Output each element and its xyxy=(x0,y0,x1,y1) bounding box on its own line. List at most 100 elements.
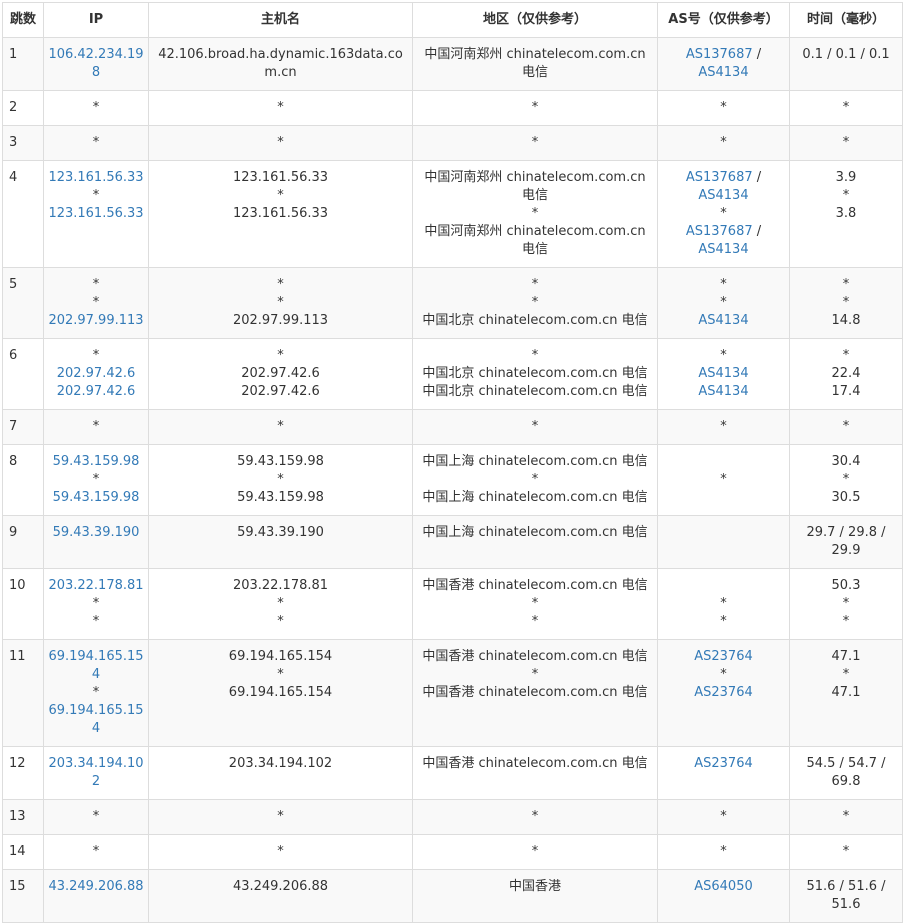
time-cell: 29.7 / 29.8 / 29.9 xyxy=(789,515,903,569)
as-line: * xyxy=(662,595,785,613)
as-text: * xyxy=(720,295,727,310)
as-link[interactable]: AS137687 xyxy=(686,47,753,62)
ip-link[interactable]: 69.194.165.154 xyxy=(48,702,144,738)
time-text: 3.9 xyxy=(835,170,857,185)
ip-cell: 69.194.165.154 * 69.194.165.154 xyxy=(43,639,149,747)
hostname-cell: * xyxy=(148,799,413,835)
time-cell: 51.6 / 51.6 / 51.6 xyxy=(789,869,903,923)
ip-link[interactable]: 202.97.99.113 xyxy=(48,312,144,330)
time-cell: * 22.4 17.4 xyxy=(789,338,903,410)
region-text: 中国北京 chinatelecom.com.cn 电信 xyxy=(422,366,648,381)
hostname-text: 202.97.99.113 xyxy=(232,313,329,328)
time-text: * xyxy=(842,472,850,487)
as-link[interactable]: AS137687 xyxy=(686,170,753,185)
time-cell: 54.5 / 54.7 / 69.8 xyxy=(789,746,903,800)
as-link[interactable]: AS4134 xyxy=(698,366,748,381)
ip-text: * xyxy=(92,419,100,434)
ip-text: * xyxy=(92,100,100,115)
as-link[interactable]: AS4134 xyxy=(698,313,748,328)
ip-link[interactable]: 203.22.178.81 xyxy=(48,577,144,595)
hostname-text: * xyxy=(277,472,284,487)
hop-cell: 7 xyxy=(2,409,44,445)
as-link[interactable]: AS64050 xyxy=(694,879,753,894)
time-cell: * * 14.8 xyxy=(789,267,903,339)
region-text: 中国上海 chinatelecom.com.cn 电信 xyxy=(422,490,648,505)
as-cell: AS23764 * AS23764 xyxy=(657,639,790,747)
as-cell: AS137687 / AS4134 xyxy=(657,37,790,91)
ip-link[interactable]: 59.43.159.98 xyxy=(48,453,144,471)
as-link[interactable]: AS137687 xyxy=(686,224,753,239)
time-text: 3.8 xyxy=(835,206,857,221)
time-text: 30.5 xyxy=(831,490,861,505)
as-line: AS4134 xyxy=(662,312,785,330)
as-line: AS23764 xyxy=(662,648,785,666)
as-line: AS137687 / AS4134 xyxy=(662,46,785,82)
ip-cell: * xyxy=(43,409,149,445)
ip-link[interactable]: 59.43.159.98 xyxy=(48,489,144,507)
hostname-text: 202.97.42.6 xyxy=(241,384,320,399)
ip-link[interactable]: 123.161.56.33 xyxy=(48,169,144,187)
as-link[interactable]: AS4134 xyxy=(698,188,748,203)
as-link[interactable]: AS23764 xyxy=(694,756,753,771)
region-cell: 中国香港 xyxy=(412,869,658,923)
as-link[interactable]: AS4134 xyxy=(698,242,748,257)
region-text: 中国河南郑州 chinatelecom.com.cn 电信 xyxy=(424,170,646,203)
as-text: / xyxy=(752,170,762,185)
time-cell: 30.4 * 30.5 xyxy=(789,444,903,516)
ip-link[interactable]: 69.194.165.154 xyxy=(48,648,144,684)
time-text: 47.1 xyxy=(831,649,861,664)
region-cell: * xyxy=(412,799,658,835)
as-line: * xyxy=(662,666,785,684)
ip-link[interactable]: 106.42.234.198 xyxy=(48,46,144,82)
hostname-text: * xyxy=(277,348,284,363)
table-body: 1 106.42.234.198 42.106.broad.ha.dynamic.1… xyxy=(2,37,903,923)
ip-text: * xyxy=(92,809,100,824)
hostname-text: * xyxy=(277,596,284,611)
ip-cell: * xyxy=(43,90,149,126)
region-cell: 中国河南郑州 chinatelecom.com.cn 电信 * 中国河南郑州 chi… xyxy=(412,160,658,268)
as-line: * xyxy=(662,205,785,223)
region-cell: 中国香港 chinatelecom.com.cn 电信 * * xyxy=(412,568,658,640)
as-line: AS4134 xyxy=(662,365,785,383)
time-text: * xyxy=(842,188,850,203)
as-link[interactable]: AS23764 xyxy=(694,685,753,700)
region-text: * xyxy=(531,295,539,310)
as-text: * xyxy=(720,667,727,682)
as-text: / xyxy=(752,224,762,239)
ip-text: * xyxy=(92,614,100,629)
hostname-cell: * xyxy=(148,125,413,161)
region-text: * xyxy=(531,844,539,859)
time-text: 54.5 / 54.7 / 69.8 xyxy=(806,756,886,789)
as-link[interactable]: AS4134 xyxy=(698,384,748,399)
header-hop: 跳数 xyxy=(2,2,44,38)
as-text: / xyxy=(752,47,762,62)
as-link[interactable]: AS23764 xyxy=(694,649,753,664)
as-text: * xyxy=(720,614,727,629)
ip-text: * xyxy=(92,844,100,859)
ip-text: * xyxy=(92,596,100,611)
hostname-text: * xyxy=(277,277,284,292)
ip-text: * xyxy=(92,277,100,292)
header-region: 地区（仅供参考） xyxy=(412,2,658,38)
ip-link[interactable]: 123.161.56.33 xyxy=(48,205,144,223)
hostname-cell: 123.161.56.33 * 123.161.56.33 xyxy=(148,160,413,268)
table-row: 9 59.43.39.190 59.43.39.190 中国上海 chinatelec… xyxy=(2,515,903,569)
hostname-cell: 42.106.broad.ha.dynamic.163data.com.cn xyxy=(148,37,413,91)
as-text: * xyxy=(720,135,727,150)
header-as: AS号（仅供参考） xyxy=(657,2,790,38)
ip-link[interactable]: 202.97.42.6 xyxy=(48,383,144,401)
table-row: 6 * 202.97.42.6 202.97.42.6 * 202.97.42.6 202.… xyxy=(2,338,903,410)
as-line: AS23764 xyxy=(662,684,785,702)
hop-cell: 8 xyxy=(2,444,44,516)
region-cell: 中国香港 chinatelecom.com.cn 电信 * 中国香港 chinate… xyxy=(412,639,658,747)
ip-link[interactable]: 203.34.194.102 xyxy=(48,755,144,791)
as-link[interactable]: AS4134 xyxy=(698,65,748,80)
region-text: * xyxy=(531,100,539,115)
region-cell: 中国香港 chinatelecom.com.cn 电信 xyxy=(412,746,658,800)
time-cell: 50.3 * * xyxy=(789,568,903,640)
ip-link[interactable]: 202.97.42.6 xyxy=(48,365,144,383)
time-text: 0.1 / 0.1 / 0.1 xyxy=(802,47,890,62)
ip-link[interactable]: 59.43.39.190 xyxy=(48,524,144,542)
region-cell: * xyxy=(412,90,658,126)
as-text: * xyxy=(720,844,727,859)
